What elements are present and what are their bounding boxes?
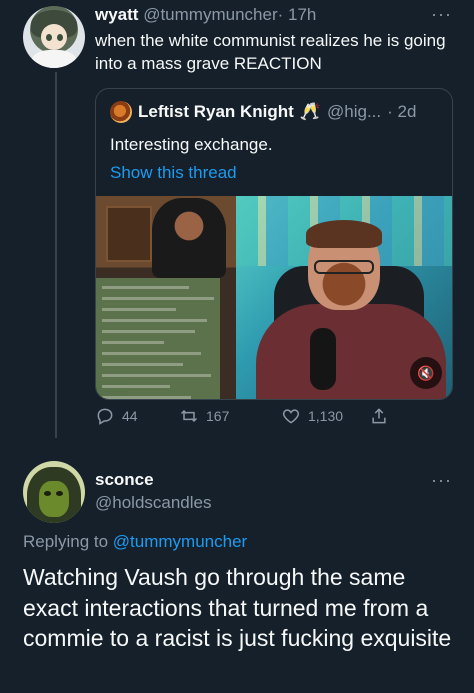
wyatt-avatar[interactable] [23, 6, 85, 68]
retweet-count: 167 [206, 408, 230, 424]
replying-to-label: Replying to [23, 532, 109, 551]
sconce-avatar[interactable] [23, 461, 85, 523]
tweet-wyatt[interactable]: wyatt @tummymuncher· 17h ··· when the wh… [0, 0, 474, 450]
tweet-action-bar: 44 167 1,130 [95, 406, 395, 434]
display-name[interactable]: wyatt [95, 5, 138, 24]
reply-button[interactable]: 44 [95, 406, 138, 426]
more-options-icon[interactable]: ··· [431, 470, 452, 491]
tweet-text: when the white communist realizes he is … [95, 31, 446, 73]
video-bookshelf [106, 206, 152, 262]
tweet-text: Watching Vaush go through the same exact… [23, 564, 452, 651]
quoted-tweet-card[interactable]: Leftist Ryan Knight 🥂 @hig... · 2d Inter… [95, 88, 453, 400]
user-handle[interactable]: @holdscandles [95, 493, 212, 513]
more-options-icon[interactable]: ··· [431, 4, 452, 25]
reply-count: 44 [122, 408, 138, 424]
reply-icon [97, 408, 113, 425]
video-chat-overlay [96, 278, 220, 399]
quoted-tweet-header: Leftist Ryan Knight 🥂 @hig... · 2d [110, 101, 416, 123]
retweet-button[interactable]: 167 [179, 406, 229, 426]
tweet-timestamp[interactable]: · 17h [278, 5, 317, 24]
replying-to-mention[interactable]: @tummymuncher [113, 532, 247, 551]
tweet-header: wyatt @tummymuncher· 17h [95, 4, 316, 26]
replying-to-line: Replying to @tummymuncher [23, 532, 247, 552]
quoted-tweet-text: Interesting exchange. [110, 135, 273, 154]
share-icon [372, 408, 386, 424]
share-button[interactable] [369, 406, 389, 426]
video-man-glasses [314, 260, 374, 274]
retweet-icon [180, 409, 198, 423]
quoted-tweet-timestamp: · 2d [387, 102, 417, 121]
like-button[interactable]: 1,130 [281, 406, 343, 426]
heart-icon [282, 409, 300, 424]
show-thread-link[interactable]: Show this thread [110, 161, 237, 184]
user-handle[interactable]: @tummymuncher [143, 5, 277, 24]
video-webcam-woman [152, 198, 226, 278]
quoted-user-avatar[interactable] [110, 101, 132, 123]
display-name[interactable]: sconce [95, 470, 154, 490]
champagne-emoji-icon: 🥂 [299, 102, 322, 121]
volume-mute-icon[interactable]: 🔇 [410, 357, 442, 389]
quoted-user-handle: @hig... [327, 102, 382, 121]
quoted-display-name: Leftist Ryan Knight [138, 102, 294, 121]
tweet-sconce[interactable]: sconce @holdscandles ··· Replying to @tu… [0, 450, 474, 693]
video-player[interactable]: 🔇 [96, 196, 452, 399]
like-count: 1,130 [308, 408, 344, 424]
video-microphone [310, 328, 336, 390]
